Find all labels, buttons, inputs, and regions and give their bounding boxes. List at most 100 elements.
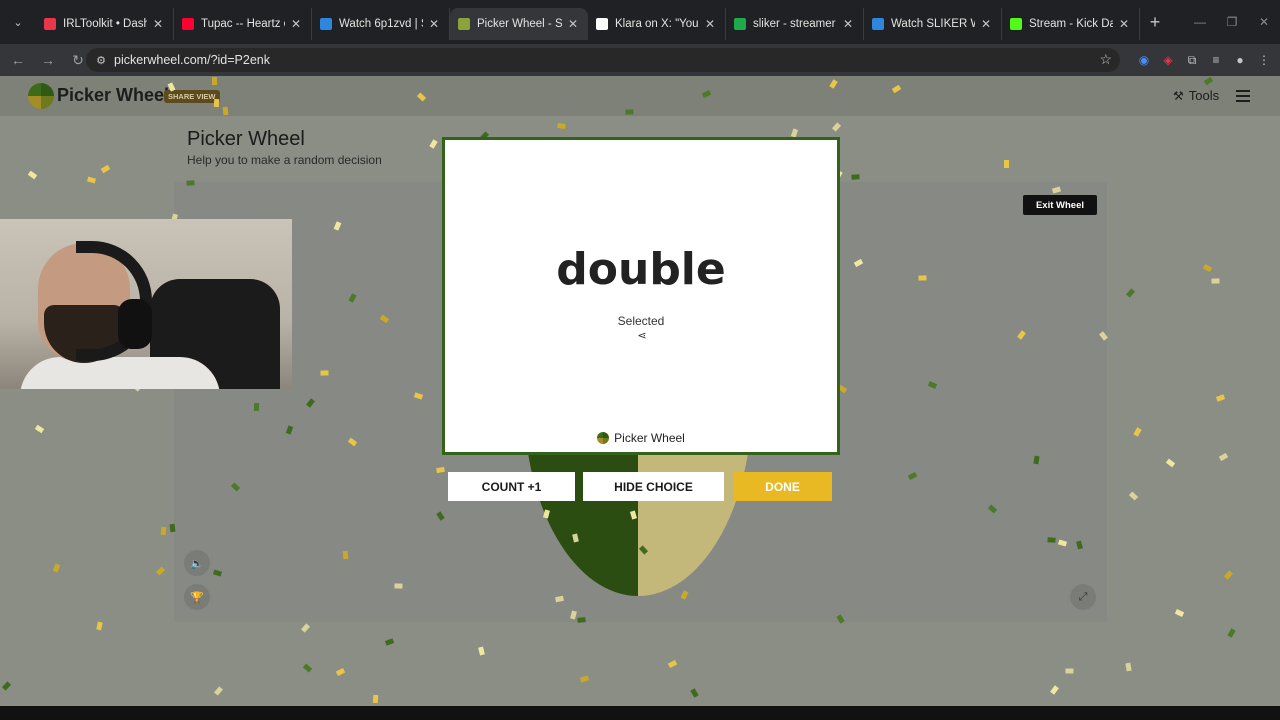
confetti-piece xyxy=(1202,263,1213,273)
puzzle-icon[interactable]: ⧉ xyxy=(1180,48,1204,72)
sound-toggle-icon[interactable]: 🔈 xyxy=(184,550,210,576)
confetti-piece xyxy=(1165,458,1176,468)
close-window-icon[interactable]: ✕ xyxy=(1248,0,1280,44)
site-info-icon[interactable]: ⚙ xyxy=(90,54,112,67)
browser-tab[interactable]: sliker - streamer Statistics ✕ xyxy=(726,8,864,40)
confetti-piece xyxy=(1223,570,1234,580)
confetti-piece xyxy=(557,122,566,130)
confetti-piece xyxy=(1,681,12,691)
modal-brand-text: Picker Wheel xyxy=(614,431,685,445)
hide-choice-button[interactable]: HIDE CHOICE xyxy=(583,472,724,501)
picker-wheel-logo-icon xyxy=(597,432,610,444)
tab-close-icon[interactable]: ✕ xyxy=(1117,17,1131,31)
page-subtitle: Help you to make a random decision xyxy=(187,153,382,167)
share-view-badge: SHARE VIEW xyxy=(164,90,220,103)
omnibox[interactable]: ⚙ pickerwheel.com/?id=P2enk ☆ xyxy=(86,48,1120,72)
trophy-icon[interactable]: 🏆 xyxy=(184,584,210,610)
tab-favicon-icon xyxy=(44,18,56,30)
browser-tab[interactable]: IRLToolkit • Dashboard ✕ xyxy=(36,8,174,40)
confetti-piece xyxy=(1004,160,1009,168)
browser-tab[interactable]: Picker Wheel - Spin the W ✕ xyxy=(450,8,588,40)
hamburger-menu-icon[interactable] xyxy=(1236,90,1250,102)
tab-close-icon[interactable]: ✕ xyxy=(979,17,993,31)
confetti-piece xyxy=(429,139,438,149)
confetti-piece xyxy=(222,106,229,116)
reading-list-icon[interactable]: ≡ xyxy=(1204,48,1228,72)
tab-favicon-icon xyxy=(734,18,746,30)
tab-title: sliker - streamer Statistics xyxy=(753,18,837,30)
new-tab-icon[interactable]: + xyxy=(1140,12,1170,33)
confetti-piece xyxy=(1227,628,1236,638)
confetti-piece xyxy=(394,583,403,589)
browser-menu-icon[interactable]: ⋮ xyxy=(1252,48,1276,72)
confetti-piece xyxy=(831,122,842,132)
extension-icon[interactable]: ◉ xyxy=(1132,48,1156,72)
forward-icon[interactable]: → xyxy=(36,48,60,72)
extensions-row: ◉ ◈ ⧉ ≡ ● ⋮ xyxy=(1132,48,1276,72)
webcam-overlay xyxy=(0,219,292,389)
confetti-piece xyxy=(186,180,195,186)
browser-tab[interactable]: Watch SLIKER WHEN IT C ✕ xyxy=(864,8,1002,40)
back-icon[interactable]: ← xyxy=(6,48,30,72)
browser-tab[interactable]: Klara on X: "Your average ✕ xyxy=(588,8,726,40)
address-bar-row: ← → ↻ ⚙ pickerwheel.com/?id=P2enk ☆ ◉ ◈ … xyxy=(0,44,1280,76)
tab-search-icon[interactable]: ⌄ xyxy=(0,0,36,44)
share-icon[interactable]: ⋖ xyxy=(636,330,648,342)
bottom-strip xyxy=(0,706,1280,720)
tab-title: Stream - Kick Dashboard xyxy=(1029,18,1113,30)
confetti-piece xyxy=(211,76,218,86)
webcam-shirt xyxy=(20,357,220,389)
confetti-piece xyxy=(302,663,313,673)
tools-menu[interactable]: ⚒ Tools xyxy=(1173,88,1219,103)
tab-close-icon[interactable]: ✕ xyxy=(841,17,855,31)
browser-tab[interactable]: Tupac -- Heartz of Men (l ✕ xyxy=(174,8,312,40)
confetti-piece xyxy=(169,523,176,533)
site-logo-text[interactable]: Picker Wheel xyxy=(57,85,169,106)
confetti-piece xyxy=(1125,288,1136,298)
tab-title: Watch 6p1zvd | Streamab xyxy=(339,18,423,30)
hammer-icon: ⚒ xyxy=(1173,88,1184,103)
url-text[interactable]: pickerwheel.com/?id=P2enk xyxy=(114,53,270,67)
confetti-piece xyxy=(1174,609,1185,617)
restore-icon[interactable]: ❐ xyxy=(1216,0,1248,44)
confetti-piece xyxy=(100,164,111,174)
tab-close-icon[interactable]: ✕ xyxy=(427,17,441,31)
window-controls: — ❐ ✕ xyxy=(1184,0,1280,44)
confetti-piece xyxy=(96,621,103,631)
bookmark-star-icon[interactable]: ☆ xyxy=(1099,51,1112,68)
tools-label: Tools xyxy=(1188,88,1220,103)
page-title: Picker Wheel xyxy=(187,128,305,150)
tab-favicon-icon xyxy=(596,18,608,30)
tab-favicon-icon xyxy=(872,18,884,30)
tab-close-icon[interactable]: ✕ xyxy=(289,17,303,31)
tab-close-icon[interactable]: ✕ xyxy=(566,17,580,31)
count-plus-one-button[interactable]: COUNT +1 xyxy=(448,472,575,501)
confetti-piece xyxy=(1050,685,1059,695)
confetti-piece xyxy=(1215,394,1226,402)
tab-favicon-icon xyxy=(1010,18,1022,30)
tab-close-icon[interactable]: ✕ xyxy=(151,17,165,31)
browser-tab[interactable]: Stream - Kick Dashboard ✕ xyxy=(1002,8,1140,40)
confetti-piece xyxy=(1128,491,1139,501)
confetti-piece xyxy=(34,424,45,434)
confetti-piece xyxy=(27,170,38,180)
webcam-earcup xyxy=(118,299,152,349)
profile-avatar[interactable]: ● xyxy=(1228,48,1252,72)
confetti-piece xyxy=(851,174,860,180)
confetti-piece xyxy=(320,370,329,376)
extension-icon[interactable]: ◈ xyxy=(1156,48,1180,72)
tab-title: Tupac -- Heartz of Men (l xyxy=(201,18,285,30)
page-title-block: Picker Wheel Help you to make a random d… xyxy=(187,128,382,167)
tab-close-icon[interactable]: ✕ xyxy=(703,17,717,31)
done-button[interactable]: DONE xyxy=(733,472,832,501)
confetti-piece xyxy=(1133,427,1142,437)
confetti-piece xyxy=(342,550,349,560)
minimize-icon[interactable]: — xyxy=(1184,0,1216,44)
exit-wheel-button[interactable]: Exit Wheel xyxy=(1023,195,1097,215)
browser-tab[interactable]: Watch 6p1zvd | Streamab ✕ xyxy=(312,8,450,40)
confetti-piece xyxy=(478,646,485,656)
tab-title: Watch SLIKER WHEN IT C xyxy=(891,18,975,30)
fullscreen-icon[interactable]: ⤢ xyxy=(1070,584,1096,610)
confetti-piece xyxy=(300,623,311,633)
picker-wheel-logo-icon[interactable] xyxy=(28,83,54,109)
